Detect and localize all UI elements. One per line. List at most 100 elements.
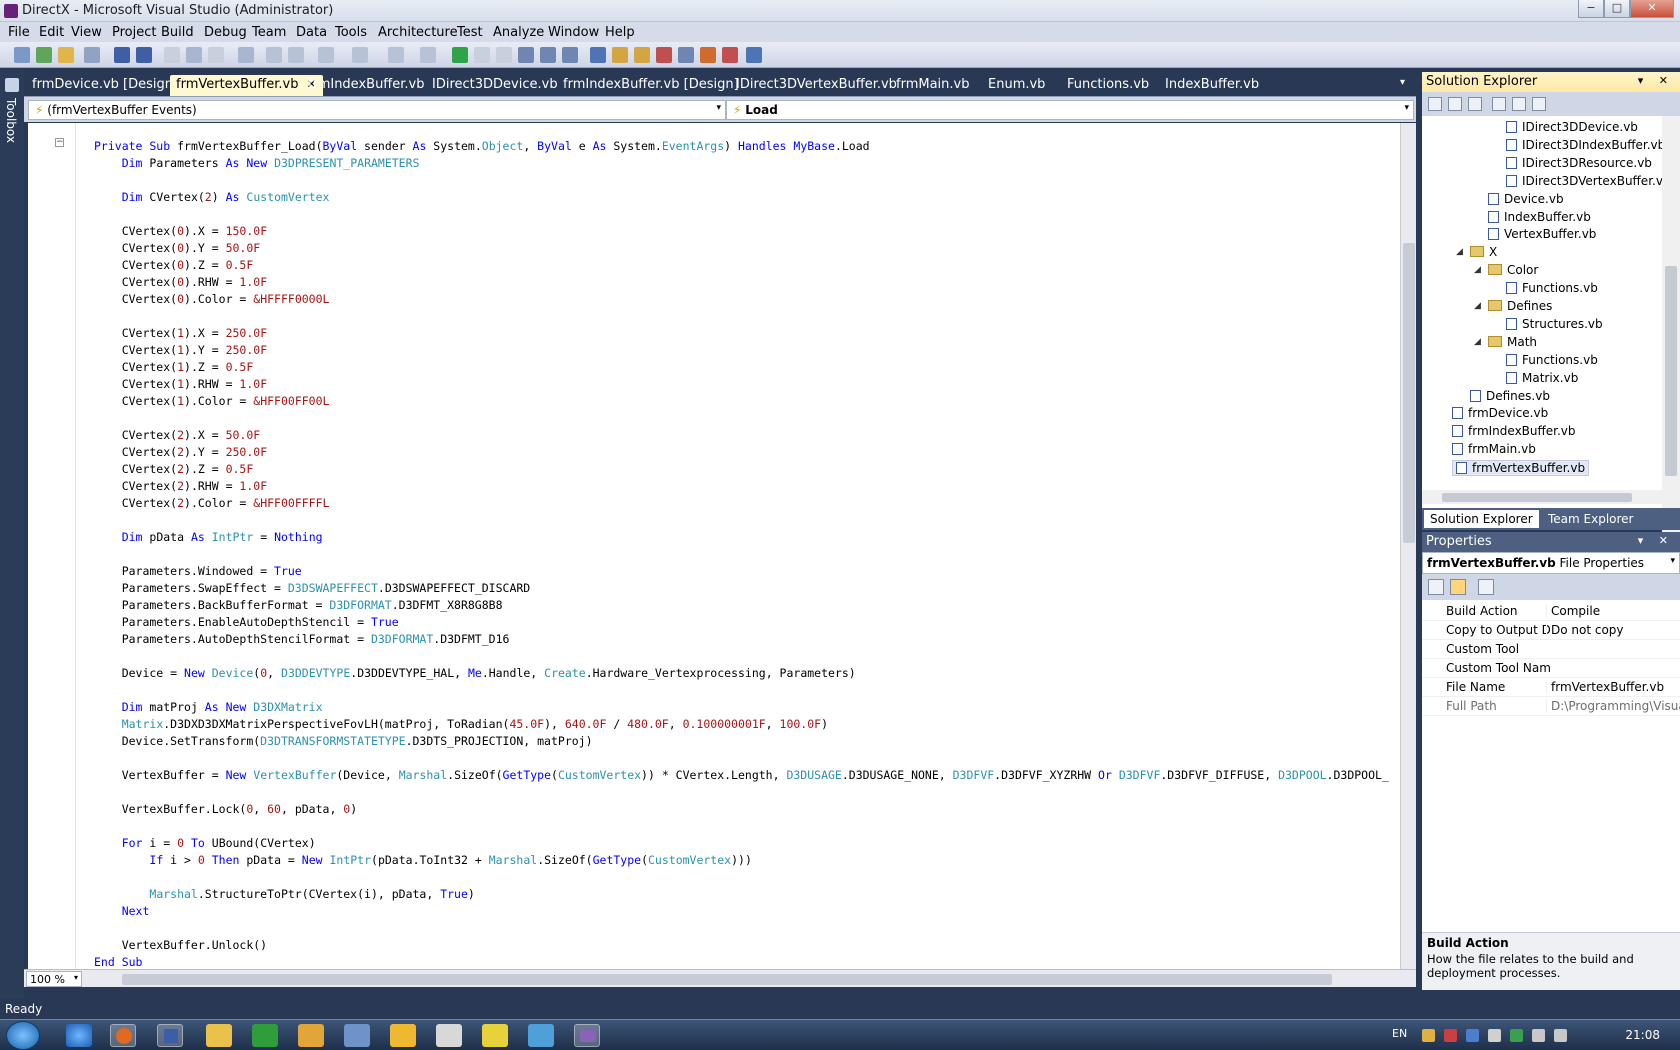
maximize-button[interactable]: □ [1604, 0, 1630, 18]
add-new-item-icon[interactable] [84, 47, 100, 63]
tab-idirect3dvertexbuffer[interactable]: IDirect3DVertexBuffer.vb [730, 75, 903, 96]
code-line[interactable]: Dim pData As IntPtr = Nothing [94, 529, 1389, 546]
code-line[interactable]: Private Sub frmVertexBuffer_Load(ByVal s… [94, 138, 1389, 155]
command-window-icon[interactable] [746, 47, 762, 63]
visual-studio-taskbar-icon[interactable] [574, 1024, 600, 1047]
code-line[interactable]: Dim Parameters As New D3DPRESENT_PARAMET… [94, 155, 1389, 172]
code-line[interactable]: VertexBuffer.Lock(0, 60, pData, 0) [94, 801, 1389, 818]
app-icon-10[interactable] [482, 1024, 508, 1047]
code-line[interactable]: CVertex(1).RHW = 1.0F [94, 376, 1389, 393]
menu-data[interactable]: Data [296, 25, 327, 40]
code-line[interactable]: CVertex(2).RHW = 1.0F [94, 478, 1389, 495]
collapse-region-icon[interactable]: − [55, 138, 64, 147]
code-text[interactable]: Private Sub frmVertexBuffer_Load(ByVal s… [94, 138, 1389, 969]
property-value[interactable]: Do not copy [1546, 623, 1680, 637]
code-line[interactable] [94, 172, 1389, 189]
paste-icon[interactable] [208, 47, 224, 63]
code-line[interactable] [94, 818, 1389, 835]
save-all-icon[interactable] [136, 47, 152, 63]
menu-tools[interactable]: Tools [335, 25, 367, 40]
property-row[interactable]: Custom Tool Nam [1422, 659, 1680, 678]
view-code-icon[interactable] [1492, 97, 1506, 111]
code-line[interactable]: VertexBuffer = New VertexBuffer(Device, … [94, 767, 1389, 784]
uncomment-icon[interactable] [288, 47, 304, 63]
volume-icon[interactable] [1554, 1029, 1567, 1042]
tree-item[interactable]: Functions.vb [1506, 281, 1598, 295]
tab-functions[interactable]: Functions.vb [1061, 75, 1155, 96]
code-line[interactable]: CVertex(1).Y = 250.0F [94, 342, 1389, 359]
find-icon[interactable] [238, 47, 254, 63]
add-item-icon[interactable] [36, 47, 52, 63]
file-manager-icon[interactable] [157, 1024, 183, 1047]
tab-frmindexbuffer[interactable]: frmIndexBuffer.vb [302, 75, 431, 96]
class-dropdown[interactable]: ⚡ (frmVertexBuffer Events) ▾ [28, 100, 726, 120]
object-browser-icon[interactable] [656, 47, 672, 63]
tree-item[interactable]: IDirect3DDevice.vb [1506, 120, 1638, 134]
property-pages-icon[interactable] [1478, 579, 1494, 595]
menu-help[interactable]: Help [605, 25, 635, 40]
redo-icon[interactable] [352, 47, 368, 63]
step-out-icon[interactable] [562, 47, 578, 63]
new-project-icon[interactable] [14, 47, 30, 63]
expand-arrow-icon[interactable]: ◢ [1474, 337, 1481, 347]
scrollbar-thumb[interactable] [1403, 243, 1415, 543]
save-icon[interactable] [114, 47, 130, 63]
code-line[interactable]: CVertex(2).Y = 250.0F [94, 444, 1389, 461]
editor-horizontal-scrollbar[interactable]: 100 % ▾ [24, 969, 1416, 987]
tree-item[interactable]: VertexBuffer.vb [1488, 227, 1596, 241]
scrollbar-thumb[interactable] [122, 974, 1332, 985]
undo-icon[interactable] [318, 47, 334, 63]
code-line[interactable]: Dim matProj As New D3DXMatrix [94, 699, 1389, 716]
start-debugging-icon[interactable] [452, 47, 468, 63]
pane-pin-close-icons[interactable]: ▾ ✕ [1638, 534, 1674, 547]
copy-icon[interactable] [186, 47, 202, 63]
property-row[interactable]: Copy to Output D Do not copy [1422, 621, 1680, 640]
cut-icon[interactable] [164, 47, 180, 63]
categorized-icon[interactable] [1428, 579, 1444, 595]
menu-test[interactable]: Test [457, 25, 483, 40]
code-line[interactable]: CVertex(2).Color = &HFF00FFFFL [94, 495, 1389, 512]
property-row[interactable]: Full Path D:\Programming\Visual [1422, 697, 1680, 716]
menu-analyze[interactable]: Analyze [493, 25, 544, 40]
editor-vertical-scrollbar[interactable] [1400, 123, 1416, 969]
menu-team[interactable]: Team [252, 25, 286, 40]
tree-item[interactable]: Structures.vb [1506, 317, 1603, 331]
close-button[interactable]: ✕ [1630, 0, 1674, 18]
class-diagram-icon[interactable] [1532, 97, 1546, 111]
tree-item[interactable]: frmIndexBuffer.vb [1452, 424, 1576, 438]
code-line[interactable]: Parameters.Windowed = True [94, 563, 1389, 580]
tree-item[interactable]: ◢ X [1456, 245, 1497, 259]
code-line[interactable] [94, 750, 1389, 767]
tree-vertical-scrollbar[interactable] [1662, 116, 1680, 562]
internet-explorer-icon[interactable] [66, 1024, 92, 1047]
property-value[interactable]: Compile [1546, 604, 1680, 618]
refresh-icon[interactable] [1468, 97, 1482, 111]
tab-indexbuffer[interactable]: IndexBuffer.vb [1159, 75, 1265, 96]
tray-icon[interactable] [1422, 1029, 1435, 1042]
show-all-files-icon[interactable] [1448, 97, 1462, 111]
app-icon-9[interactable] [436, 1024, 462, 1047]
start-button[interactable] [6, 1021, 40, 1050]
scrollbar-thumb[interactable] [1442, 493, 1632, 502]
start-page-icon[interactable] [700, 47, 716, 63]
tree-item[interactable]: frmMain.vb [1452, 442, 1536, 456]
toolbox-icon[interactable] [678, 47, 694, 63]
tab-frmdevice-design[interactable]: frmDevice.vb [Design] [26, 75, 184, 96]
tab-team-explorer[interactable]: Team Explorer [1542, 510, 1640, 528]
app-icon-4[interactable] [206, 1024, 232, 1047]
step-over-icon[interactable] [540, 47, 556, 63]
property-row[interactable]: Build Action Compile [1422, 602, 1680, 621]
expand-arrow-icon[interactable]: ◢ [1474, 301, 1481, 311]
tab-frmindexbuffer-design[interactable]: frmIndexBuffer.vb [Design] [557, 75, 745, 96]
tree-item[interactable]: ◢ Color [1474, 263, 1538, 277]
language-indicator[interactable]: EN [1392, 1027, 1407, 1040]
code-line[interactable]: Parameters.EnableAutoDepthStencil = True [94, 614, 1389, 631]
app-icon-5[interactable] [252, 1024, 278, 1047]
tab-solution-explorer[interactable]: Solution Explorer [1424, 510, 1539, 528]
code-line[interactable]: Device = New Device(0, D3DDEVTYPE.D3DDEV… [94, 665, 1389, 682]
code-line[interactable]: For i = 0 To UBound(CVertex) [94, 835, 1389, 852]
code-line[interactable]: CVertex(1).X = 250.0F [94, 325, 1389, 342]
code-line[interactable]: Marshal.StructureToPtr(CVertex(i), pData… [94, 886, 1389, 903]
code-line[interactable]: Device.SetTransform(D3DTRANSFORMSTATETYP… [94, 733, 1389, 750]
code-line[interactable]: CVertex(1).Color = &HFF00FF00L [94, 393, 1389, 410]
